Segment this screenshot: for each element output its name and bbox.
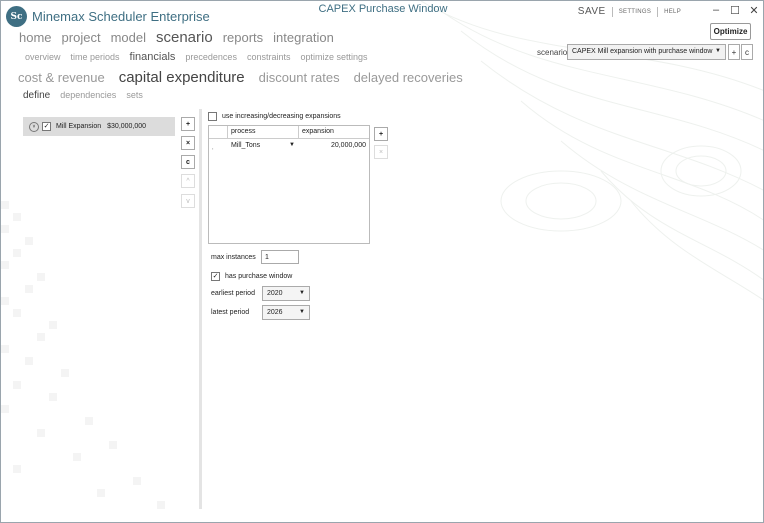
remove-row-button[interactable]: × bbox=[374, 145, 388, 159]
main-nav: home project model scenario reports integrati… bbox=[19, 29, 344, 46]
settings-link[interactable]: SETTINGS bbox=[619, 9, 651, 15]
copy-scenario-button[interactable]: c bbox=[741, 44, 753, 60]
optimize-button[interactable]: Optimize bbox=[710, 23, 751, 40]
financials-tab-discount-rates[interactable]: discount rates bbox=[259, 70, 340, 85]
capex-item-name: Mill Expansion bbox=[56, 123, 102, 130]
grid-header-expansion: expansion bbox=[302, 128, 334, 135]
capex-item-checkbox[interactable]: ✓ bbox=[42, 122, 51, 131]
capex-tab-dependencies[interactable]: dependencies bbox=[60, 90, 116, 100]
earliest-period-value: 2020 bbox=[267, 290, 283, 297]
latest-period-value: 2026 bbox=[267, 309, 283, 316]
add-scenario-button[interactable]: + bbox=[728, 44, 740, 60]
save-link[interactable]: SAVE bbox=[578, 6, 606, 17]
chevron-down-icon: ▼ bbox=[289, 142, 295, 148]
has-purchase-window-checkbox[interactable]: ✓ bbox=[211, 272, 220, 281]
copy-capex-button[interactable]: c bbox=[181, 155, 195, 169]
nav-tab-integration[interactable]: integration bbox=[273, 30, 334, 45]
scenario-tab-optimize-settings[interactable]: optimize settings bbox=[300, 52, 367, 62]
financials-subnav: cost & revenue capital expenditure discoun… bbox=[18, 69, 477, 86]
financials-tab-cost-revenue[interactable]: cost & revenue bbox=[18, 70, 105, 85]
chevron-down-icon: ▼ bbox=[715, 48, 721, 54]
scenario-tab-overview[interactable]: overview bbox=[25, 52, 61, 62]
earliest-period-label: earliest period bbox=[211, 290, 255, 297]
latest-period-label: latest period bbox=[211, 309, 250, 316]
nav-tab-model[interactable]: model bbox=[111, 30, 146, 45]
process-cell[interactable]: Mill_Tons ▼ bbox=[228, 142, 299, 154]
maximize-button[interactable]: ☐ bbox=[726, 4, 744, 17]
nav-tab-reports[interactable]: reports bbox=[223, 30, 263, 45]
max-instances-input[interactable]: 1 bbox=[261, 250, 299, 264]
scenario-dropdown[interactable]: CAPEX Mill expansion with purchase windo… bbox=[567, 44, 726, 60]
earliest-period-dropdown[interactable]: 2020 ▼ bbox=[262, 286, 310, 301]
use-increasing-row[interactable]: use increasing/decreasing expansions bbox=[208, 112, 341, 121]
capex-tab-sets[interactable]: sets bbox=[126, 90, 143, 100]
title-link-separator bbox=[611, 6, 613, 17]
scenario-label: scenario bbox=[537, 48, 568, 57]
use-increasing-label: use increasing/decreasing expansions bbox=[222, 113, 341, 120]
financials-tab-delayed-recoveries[interactable]: delayed recoveries bbox=[354, 70, 463, 85]
expansion-cell[interactable]: 20,000,000 bbox=[299, 142, 369, 154]
latest-period-dropdown[interactable]: 2026 ▼ bbox=[262, 305, 310, 320]
scenario-tab-time-periods[interactable]: time periods bbox=[71, 52, 120, 62]
max-instances-label: max instances bbox=[211, 254, 256, 261]
capex-subnav: define dependencies sets bbox=[23, 90, 153, 101]
nav-tab-home[interactable]: home bbox=[19, 30, 52, 45]
has-purchase-window-label: has purchase window bbox=[225, 273, 293, 280]
grid-header-process: process bbox=[228, 126, 299, 139]
help-link[interactable]: HELP bbox=[664, 9, 681, 15]
close-button[interactable]: ✕ bbox=[745, 4, 763, 17]
minimize-button[interactable]: – bbox=[707, 4, 725, 16]
grid-header-row: process expansion bbox=[209, 126, 369, 139]
capex-item-value: $30,000,000 bbox=[107, 123, 147, 130]
app-window: Sc Minemax Scheduler Enterprise CAPEX Pu… bbox=[0, 0, 764, 523]
move-up-button[interactable]: ^ bbox=[181, 174, 195, 188]
scenario-tab-constraints[interactable]: constraints bbox=[247, 52, 291, 62]
capex-tab-define[interactable]: define bbox=[23, 90, 50, 101]
capex-list-item[interactable]: ˅ ✓ Mill Expansion $30,000,000 bbox=[23, 117, 175, 136]
title-links: SAVE SETTINGS HELP bbox=[578, 6, 681, 17]
expansion-grid: process expansion ▪ Mill_Tons ▼ 20,000,0… bbox=[208, 125, 370, 244]
nav-tab-project[interactable]: project bbox=[62, 30, 101, 45]
move-down-button[interactable]: v bbox=[181, 194, 195, 208]
expand-circle-icon[interactable]: ˅ bbox=[29, 121, 39, 132]
scenario-tab-financials[interactable]: financials bbox=[130, 51, 176, 63]
scenario-subnav: overview time periods financials precedence… bbox=[25, 51, 378, 63]
delete-capex-button[interactable]: × bbox=[181, 136, 195, 150]
use-increasing-checkbox[interactable] bbox=[208, 112, 217, 121]
chevron-down-icon: ▼ bbox=[299, 290, 305, 296]
table-row[interactable]: Mill_Tons ▼ 20,000,000 bbox=[209, 142, 369, 154]
chevron-down-icon: ▼ bbox=[299, 309, 305, 315]
has-purchase-window-row[interactable]: ✓ has purchase window bbox=[211, 272, 292, 281]
scenario-dropdown-value: CAPEX Mill expansion with purchase windo… bbox=[572, 48, 713, 55]
title-link-separator bbox=[657, 6, 659, 17]
scenario-tab-precedences[interactable]: precedences bbox=[185, 52, 237, 62]
panel-divider bbox=[199, 109, 202, 509]
add-row-button[interactable]: + bbox=[374, 127, 388, 141]
grid-row-header bbox=[209, 126, 228, 139]
process-cell-value: Mill_Tons bbox=[231, 142, 261, 149]
add-capex-button[interactable]: + bbox=[181, 117, 195, 131]
financials-tab-capital-expenditure[interactable]: capital expenditure bbox=[119, 69, 245, 86]
nav-tab-scenario[interactable]: scenario bbox=[156, 29, 213, 46]
